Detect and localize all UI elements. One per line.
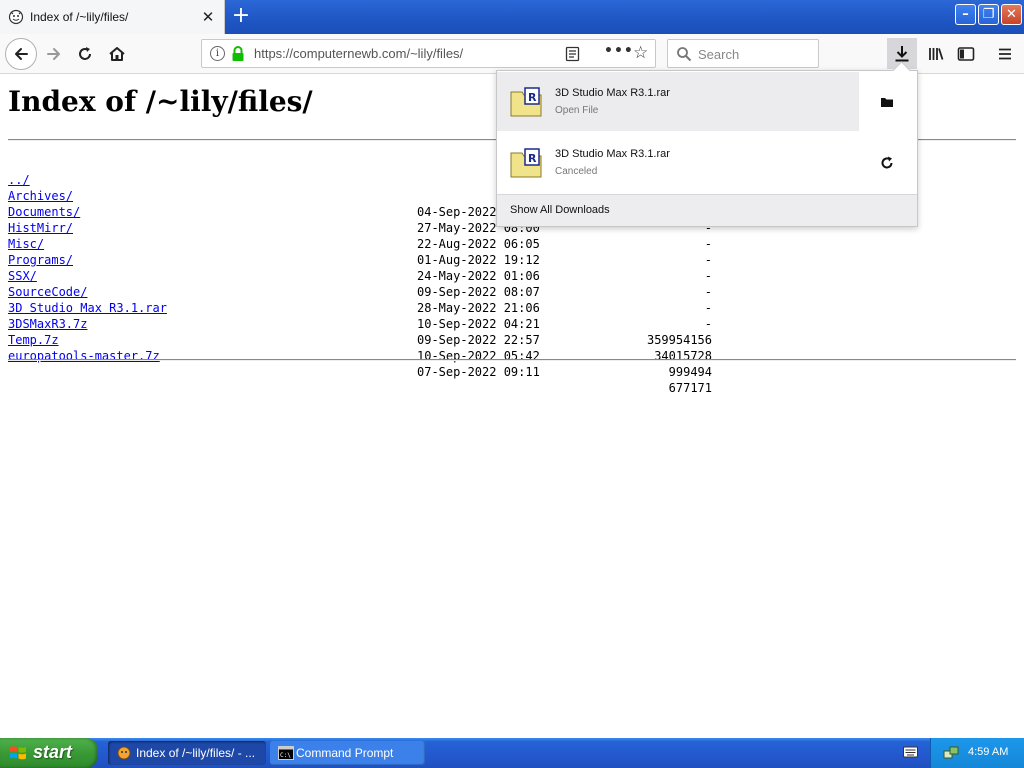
browser-app-icon	[117, 746, 131, 760]
rar-file-icon: R	[510, 87, 542, 117]
list-item: SSX/ 09-Sep-2022 08:07 -	[8, 252, 728, 315]
file-link[interactable]: europatools-master.7z	[8, 348, 160, 364]
folder-icon	[881, 98, 893, 107]
list-item: 3DSMaxR3.7z 09-Sep-2022 22:57 34015728	[8, 300, 728, 363]
arrow-right-icon	[47, 48, 60, 60]
download-filename: 3D Studio Max R3.1.rar	[555, 148, 670, 160]
reload-button[interactable]	[70, 39, 100, 69]
show-all-downloads-label: Show All Downloads	[510, 204, 610, 216]
windows-logo-icon	[10, 746, 26, 760]
list-item: Programs/ 24-May-2022 01:06 -	[8, 236, 728, 299]
minimize-button[interactable]: –	[955, 4, 976, 25]
reader-view-icon[interactable]	[565, 46, 580, 62]
download-filename: 3D Studio Max R3.1.rar	[555, 87, 670, 99]
close-window-button[interactable]: ✕	[1001, 4, 1022, 25]
page-favicon-icon	[8, 9, 24, 25]
show-in-folder-button[interactable]	[878, 93, 896, 111]
back-button[interactable]	[5, 38, 37, 70]
divider-bottom	[8, 359, 1016, 361]
page-actions-icon[interactable]: •••	[604, 43, 634, 59]
start-button[interactable]: start	[0, 738, 98, 768]
retry-icon	[881, 156, 893, 169]
file-size: 34015728	[654, 349, 712, 363]
address-bar[interactable]: i https://computernewb.com/~lily/files/ …	[201, 39, 656, 68]
search-bar[interactable]: Search	[667, 39, 819, 68]
library-icon	[929, 48, 944, 60]
taskbar-item-label: Index of /~lily/files/ - ...	[136, 746, 256, 760]
download-status: Canceled	[555, 166, 598, 177]
rar-file-icon: R	[510, 148, 542, 178]
restore-button[interactable]: ❐	[978, 4, 999, 25]
file-size: 999494	[668, 365, 712, 379]
command-prompt-icon: C:\	[278, 746, 294, 760]
svg-text:R: R	[528, 152, 537, 165]
navigation-toolbar: i https://computernewb.com/~lily/files/ …	[0, 34, 1024, 74]
list-item: SourceCode/ 28-May-2022 21:06 -	[8, 268, 728, 331]
downloads-panel: R 3D Studio Max R3.1.rar Open File R 3D …	[496, 70, 918, 227]
system-tray: 4:59 AM	[930, 738, 1024, 768]
download-status: Open File	[555, 105, 599, 116]
site-info-icon[interactable]: i	[210, 46, 225, 61]
file-date: 07-Sep-2022 09:11	[417, 365, 540, 379]
forward-button[interactable]	[39, 39, 69, 69]
download-item[interactable]: R 3D Studio Max R3.1.rar Open File	[497, 72, 917, 132]
download-item-highlight	[497, 72, 859, 131]
arrow-left-icon	[15, 48, 28, 60]
library-button[interactable]	[921, 39, 951, 69]
new-tab-button[interactable]: +	[229, 5, 253, 29]
taskbar: start Index of /~lily/files/ - ... C:\ C…	[0, 738, 1024, 768]
sidebar-button[interactable]	[951, 39, 981, 69]
lock-icon[interactable]	[231, 46, 245, 62]
taskbar-item-command-prompt[interactable]: C:\ Command Prompt	[270, 741, 425, 765]
bookmark-star-icon[interactable]: ☆	[633, 44, 648, 62]
home-icon	[109, 47, 125, 61]
url-text[interactable]: https://computernewb.com/~lily/files/	[254, 46, 463, 61]
browser-tab-active[interactable]: Index of /~lily/files/ ✕	[0, 0, 225, 34]
list-item: europatools-master.7z 07-Sep-2022 09:11 …	[8, 332, 728, 395]
retry-download-button[interactable]	[878, 154, 896, 172]
taskbar-item-browser[interactable]: Index of /~lily/files/ - ...	[108, 741, 266, 765]
tab-close-icon[interactable]: ✕	[199, 8, 217, 26]
network-icon[interactable]	[943, 745, 959, 761]
search-placeholder: Search	[698, 47, 740, 62]
hamburger-menu-icon	[999, 48, 1011, 60]
download-item[interactable]: R 3D Studio Max R3.1.rar Canceled	[497, 133, 917, 193]
system-clock: 4:59 AM	[968, 746, 1009, 758]
menu-button[interactable]	[990, 39, 1020, 69]
reload-icon	[79, 47, 91, 60]
taskbar-item-label: Command Prompt	[296, 746, 394, 760]
page-heading: Index of /~lily/files/	[8, 85, 313, 118]
file-size: 677171	[668, 381, 712, 395]
tab-title: Index of /~lily/files/	[30, 10, 129, 24]
title-bar: Index of /~lily/files/ ✕ + – ❐ ✕	[0, 0, 1024, 34]
list-item: 3D Studio Max R3.1.rar 10-Sep-2022 04:21…	[8, 284, 728, 347]
home-button[interactable]	[102, 39, 132, 69]
file-date: 10-Sep-2022 05:42	[417, 349, 540, 363]
sidebar-icon	[957, 47, 975, 61]
download-icon	[895, 45, 909, 61]
svg-text:R: R	[528, 91, 537, 104]
keyboard-icon[interactable]	[903, 746, 918, 758]
start-label: start	[33, 742, 73, 762]
svg-text:C:\: C:\	[280, 752, 291, 759]
show-all-downloads-button[interactable]: Show All Downloads	[497, 194, 917, 226]
list-item: Temp.7z 10-Sep-2022 05:42 999494	[8, 316, 728, 379]
search-icon	[677, 47, 692, 62]
